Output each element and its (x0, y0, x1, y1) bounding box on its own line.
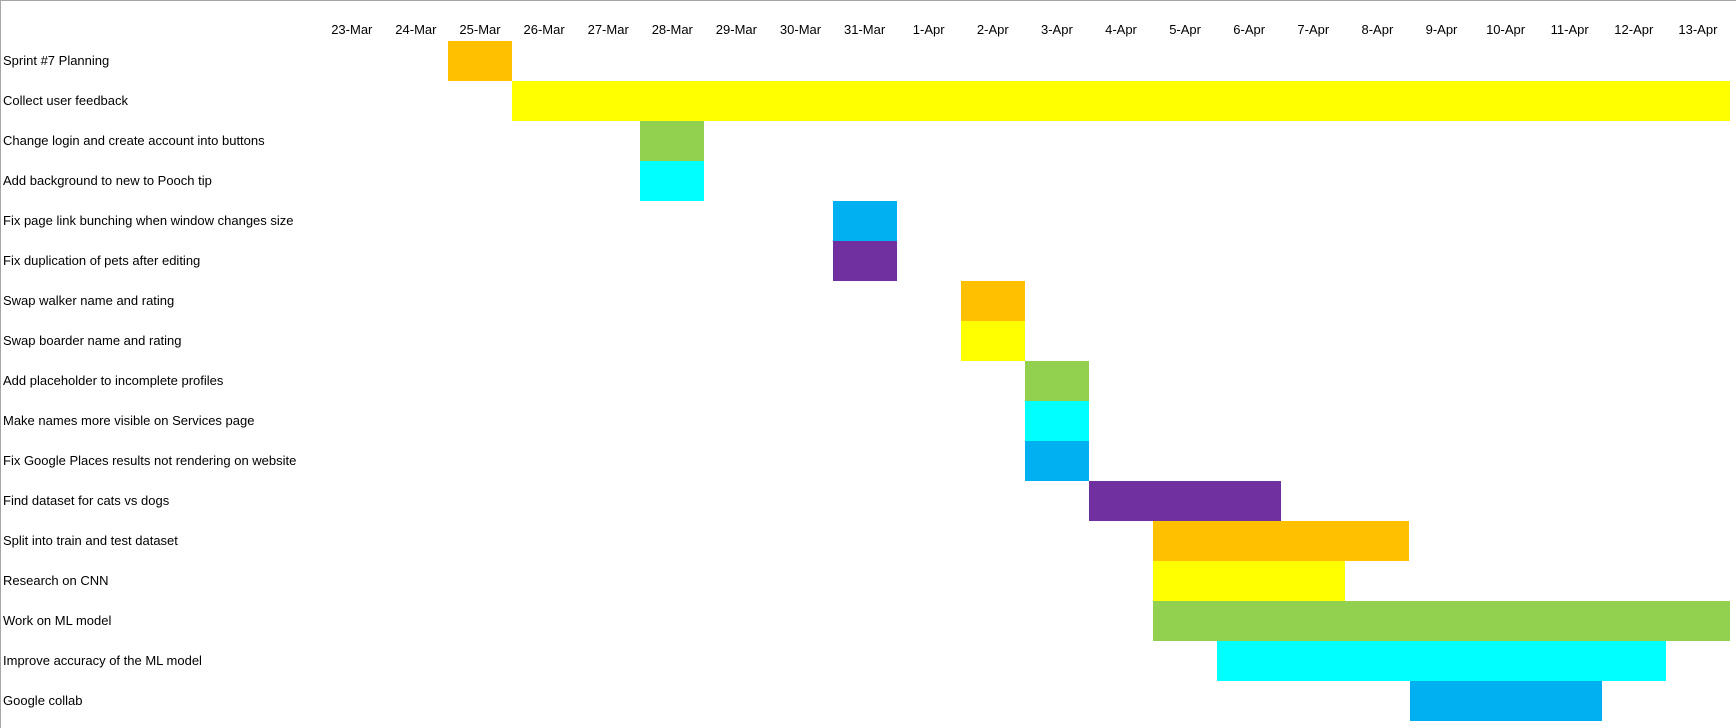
date-tick-label: 28-Mar (651, 22, 693, 37)
date-tick-label: 5-Apr (1169, 22, 1201, 37)
frame-top-border (0, 0, 1736, 1)
task-label: Make names more visible on Services page (3, 413, 255, 428)
date-tick-label: 23-Mar (331, 22, 373, 37)
gantt-chart: 23-Mar 24-Mar 25-Mar 26-Mar 27-Mar 28-Mar 29-M… (0, 0, 1736, 728)
date-tick-label: 10-Apr (1486, 22, 1526, 37)
date-tick-label: 31-Mar (844, 22, 886, 37)
date-tick-label: 29-Mar (715, 22, 757, 37)
date-tick-label: 11-Apr (1550, 22, 1589, 37)
task-label: Swap boarder name and rating (3, 333, 182, 348)
task-label: Change login and create account into but… (3, 133, 265, 148)
task-label: Split into train and test dataset (3, 533, 178, 548)
task-bar (1153, 561, 1346, 601)
task-bar (1409, 681, 1602, 721)
date-tick-label: 9-Apr (1425, 22, 1458, 37)
date-tick-label: 30-Mar (779, 22, 822, 37)
date-tick-label: 6-Apr (1233, 22, 1266, 37)
date-tick-label: 12-Apr (1614, 22, 1654, 37)
task-label: Fix duplication of pets after editing (3, 253, 201, 268)
date-tick-label: 26-Mar (523, 22, 565, 37)
task-bar (832, 201, 897, 241)
task-label: Fix page link bunching when window chang… (3, 213, 294, 228)
date-tick-label: 1-Apr (912, 22, 945, 37)
task-label: Improve accuracy of the ML model (3, 653, 202, 668)
task-bar (1153, 601, 1730, 641)
date-tick-label: 4-Apr (1105, 22, 1137, 37)
task-label: Add placeholder to incomplete profiles (3, 373, 224, 388)
task-bar (512, 81, 1730, 121)
date-tick-label: 27-Mar (587, 22, 629, 37)
task-label: Google collab (3, 693, 83, 708)
task-bar (1024, 441, 1089, 481)
task-label: Fix Google Places results not rendering … (3, 453, 297, 468)
task-label: Find dataset for cats vs dogs (3, 493, 170, 508)
date-tick-label: 13-Apr (1678, 22, 1718, 37)
date-tick-label: 25-Mar (459, 22, 501, 37)
task-bar (1024, 401, 1089, 441)
task-label: Sprint #7 Planning (3, 53, 110, 68)
task-bar (1089, 481, 1282, 521)
task-label: Research on CNN (3, 573, 109, 588)
date-tick-label: 2-Apr (976, 22, 1009, 37)
task-label: Work on ML model (3, 613, 112, 628)
task-label: Collect user feedback (3, 93, 129, 108)
task-bar (640, 121, 705, 161)
task-bar (960, 321, 1025, 361)
task-bar (448, 41, 513, 81)
task-bar (960, 281, 1025, 321)
date-tick-label: 3-Apr (1040, 22, 1073, 37)
date-tick-label: 8-Apr (1361, 22, 1394, 37)
date-tick-label: 24-Mar (395, 22, 437, 37)
task-label: Swap walker name and rating (3, 293, 175, 308)
task-bar (1217, 641, 1666, 681)
task-bar (640, 161, 705, 201)
task-bar (1153, 521, 1410, 561)
date-tick-label: 7-Apr (1297, 22, 1330, 37)
task-bar (1024, 361, 1089, 401)
task-label: Add background to new to Pooch tip (3, 173, 212, 188)
task-bar (832, 241, 897, 281)
frame-left-border (0, 0, 1, 728)
